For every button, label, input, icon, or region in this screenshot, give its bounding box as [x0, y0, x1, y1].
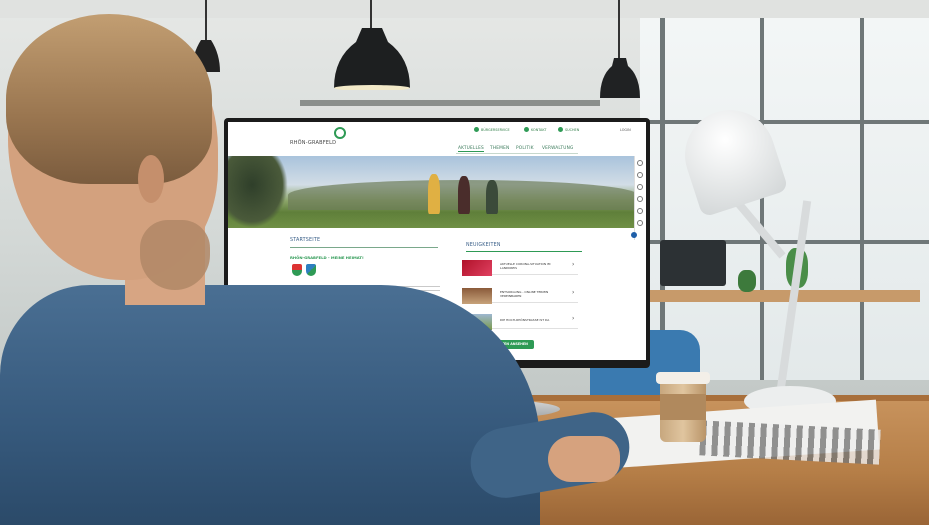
hiker: [458, 176, 470, 214]
window-frame: [860, 0, 864, 380]
lamp-cord: [370, 0, 372, 30]
page-subtitle: RHÖN-GRABFELD - MEINE HEIMAT!: [290, 255, 364, 260]
news-image: [462, 288, 492, 304]
contact-icon: [524, 127, 529, 132]
office-window: [640, 0, 929, 380]
person-shirt: [0, 285, 540, 525]
news-item-title[interactable]: DIE HOCH-RHÖNSTRASSE IST DA: [500, 318, 568, 322]
util-link-contact[interactable]: KONTAKT: [531, 128, 546, 132]
util-link-service[interactable]: BÜRGERSERVICE: [481, 128, 510, 132]
person-beard: [140, 220, 210, 290]
nav-politik[interactable]: POLITIK: [516, 146, 534, 151]
chevron-right-icon[interactable]: ›: [572, 315, 574, 322]
window-frame: [640, 120, 929, 124]
person-ear: [138, 155, 164, 203]
chevron-right-icon[interactable]: ›: [572, 261, 574, 268]
hiker: [486, 180, 498, 214]
phone-icon[interactable]: [637, 172, 643, 178]
pendant-lamp: [600, 58, 640, 98]
nav-themen[interactable]: THEMEN: [490, 146, 509, 151]
window-frame: [660, 0, 665, 380]
pendant-lamp: [334, 28, 410, 90]
cart-icon[interactable]: [637, 208, 643, 214]
util-link-search[interactable]: SUCHEN: [565, 128, 579, 132]
nav-aktuelles[interactable]: AKTUELLES: [458, 146, 484, 152]
ceiling: [0, 0, 929, 18]
person-hand: [548, 436, 620, 482]
plant: [738, 270, 756, 292]
star-icon[interactable]: [637, 220, 643, 226]
news-heading: NEUIGKEITEN: [466, 243, 501, 248]
chevron-right-icon[interactable]: ›: [572, 289, 574, 296]
nav-verwaltung[interactable]: VERWALTUNG: [542, 146, 574, 151]
news-image: [462, 260, 492, 276]
mail-icon[interactable]: [637, 196, 643, 202]
nav-underline: [456, 153, 578, 154]
office-scene: RHÖN-GRABFELD BÜRGERSERVICE KONTAKT SUCH…: [0, 0, 929, 525]
coat-of-arms: [306, 264, 316, 276]
page-title: STARTSEITE: [290, 238, 321, 243]
hiker: [428, 174, 440, 214]
search-icon[interactable]: [637, 160, 643, 166]
divider: [466, 251, 582, 252]
search-icon: [558, 127, 563, 132]
person-hair: [6, 14, 212, 184]
news-item-title[interactable]: AKTUELLE CORONA-SITUATION IM LANDKREIS: [500, 262, 568, 270]
lamp-cord: [205, 0, 207, 40]
clock-icon[interactable]: [637, 184, 643, 190]
divider: [290, 247, 438, 248]
site-logo-text[interactable]: RHÖN-GRABFELD: [290, 140, 336, 146]
news-item-title[interactable]: ENTSORGUNG - ONLINE TERMIN VEREINBAREN: [500, 290, 568, 298]
laptop: [660, 240, 726, 286]
service-icon: [474, 127, 479, 132]
logo-icon[interactable]: [334, 127, 346, 139]
coffee-cup: [656, 372, 710, 442]
coat-of-arms: [292, 264, 302, 276]
side-desk: [650, 290, 920, 302]
wall-shelf: [300, 100, 600, 106]
hero-tree: [228, 156, 288, 228]
accessibility-icon[interactable]: [631, 232, 637, 238]
login-link[interactable]: LOGIN: [620, 128, 631, 132]
lamp-cord: [618, 0, 620, 58]
site-header: [228, 122, 646, 156]
